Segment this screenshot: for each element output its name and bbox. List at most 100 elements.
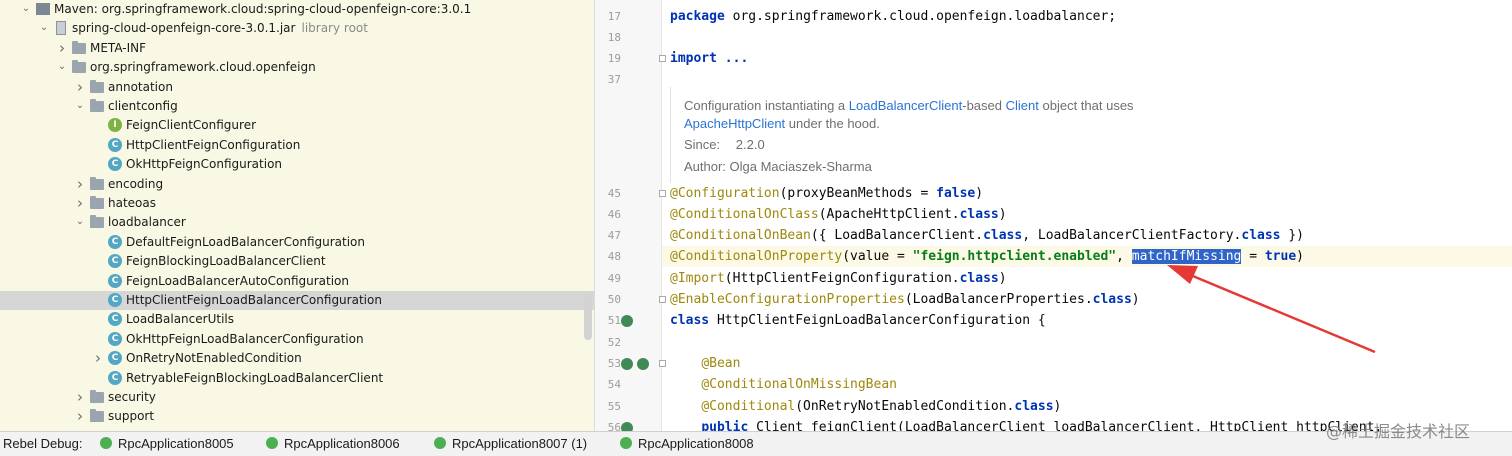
tree-row-label: FeignLoadBalancerAutoConfiguration <box>126 273 349 290</box>
tree-row[interactable]: › encoding <box>0 175 594 194</box>
code-text: @ConditionalOnBean({ LoadBalancerClient.… <box>670 225 1304 246</box>
line-number: 54 <box>607 378 621 391</box>
folder-icon-shape <box>90 390 104 403</box>
debug-tab-8008[interactable]: RpcApplication8008 <box>620 436 754 451</box>
tree-row[interactable]: ⌄ Maven: org.springframework.cloud:spring… <box>0 0 594 19</box>
code-line[interactable]: @ConditionalOnBean({ LoadBalancerClient.… <box>662 225 1512 246</box>
code-editor[interactable]: 17 18 19 37 45 46 47 48 49 50 51 52 53 54 55 56 package… <box>595 0 1512 431</box>
doc-link[interactable]: LoadBalancerClient <box>849 98 962 113</box>
code-token: ({ LoadBalancerClient. <box>810 228 984 243</box>
bean-icon[interactable] <box>621 358 633 370</box>
tree-row[interactable]: C OkHttpFeignConfiguration <box>0 155 594 174</box>
debug-tab-8005[interactable]: RpcApplication8005 <box>100 436 234 451</box>
tree-row-label: security <box>108 389 156 406</box>
tree-row-text: clientconfig <box>108 99 178 113</box>
class-icon: C <box>108 254 123 269</box>
code-token: ) <box>1131 292 1140 307</box>
autowired-icon[interactable] <box>637 358 649 370</box>
code-line[interactable] <box>662 27 1512 48</box>
code-token: class <box>959 271 999 286</box>
bean-icon[interactable] <box>621 422 633 431</box>
code-token: @Import <box>670 271 725 286</box>
chevron-right-icon[interactable]: › <box>56 40 68 56</box>
chevron-down-icon[interactable]: ⌄ <box>20 1 32 17</box>
tree-row[interactable]: › support <box>0 407 594 426</box>
tree-row[interactable]: › hateoas <box>0 194 594 213</box>
code-text: @EnableConfigurationProperties(LoadBalan… <box>670 289 1140 310</box>
tree-row-text: hateoas <box>108 196 156 210</box>
code-token: HttpClientFeignLoadBalancerConfiguration… <box>709 313 1046 328</box>
code-token: (proxyBeanMethods = <box>779 186 937 201</box>
tree-row[interactable]: C HttpClientFeignConfiguration <box>0 136 594 155</box>
tree-row[interactable]: ⌄ clientconfig <box>0 97 594 116</box>
code-text: class HttpClientFeignLoadBalancerConfigu… <box>670 310 1046 331</box>
tree-row-label: RetryableFeignBlockingLoadBalancerClient <box>126 370 383 387</box>
tree-scrollbar[interactable] <box>584 294 592 340</box>
tree-row-label: org.springframework.cloud.openfeign <box>90 59 316 76</box>
tree-row[interactable]: › META-INF <box>0 39 594 58</box>
code-token: "feign.httpclient.enabled" <box>912 249 1117 264</box>
class-icon: C <box>108 331 123 347</box>
project-tree[interactable]: ⌄ Maven: org.springframework.cloud:spring… <box>0 0 595 431</box>
folder-icon <box>90 79 105 95</box>
tree-row[interactable]: C FeignBlockingLoadBalancerClient <box>0 252 594 271</box>
code-line[interactable]: class HttpClientFeignLoadBalancerConfigu… <box>662 310 1512 331</box>
code-token: @ConditionalOnMissingBean <box>701 377 897 392</box>
code-line[interactable] <box>662 332 1512 353</box>
code-line[interactable]: @ConditionalOnMissingBean <box>662 374 1512 395</box>
doc-link[interactable]: ApacheHttpClient <box>684 116 785 131</box>
code-line[interactable]: import ... <box>662 48 1512 69</box>
code-line[interactable]: @Bean <box>662 353 1512 374</box>
tree-row-label: loadbalancer <box>108 214 186 231</box>
chevron-down-icon[interactable]: ⌄ <box>74 214 86 230</box>
code-line[interactable]: package org.springframework.cloud.openfe… <box>662 6 1512 27</box>
tree-row[interactable]: C HttpClientFeignLoadBalancerConfiguratio… <box>0 291 594 310</box>
chevron-right-icon[interactable]: › <box>74 408 86 424</box>
debug-tab-8006[interactable]: RpcApplication8006 <box>266 436 400 451</box>
class-icon: C <box>108 234 123 250</box>
tree-row[interactable]: › annotation <box>0 78 594 97</box>
tree-row-text: META-INF <box>90 40 147 55</box>
class-icon-shape: C <box>108 370 122 385</box>
tree-row-text: Maven: org.springframework.cloud:spring-… <box>54 2 472 16</box>
doc-text: -based <box>962 98 1006 113</box>
bug-icon <box>100 437 112 449</box>
line-number: 52 <box>607 336 621 349</box>
tree-row[interactable]: ⌄ org.springframework.cloud.openfeign <box>0 58 594 77</box>
tree-row[interactable]: › security <box>0 388 594 407</box>
tree-row[interactable]: › C OnRetryNotEnabledCondition <box>0 349 594 368</box>
code-line[interactable]: @Import(HttpClientFeignConfiguration.cla… <box>662 268 1512 289</box>
code-line[interactable]: @ConditionalOnClass(ApacheHttpClient.cla… <box>662 204 1512 225</box>
tree-row[interactable]: C DefaultFeignLoadBalancerConfiguration <box>0 233 594 252</box>
code-token: ) <box>998 207 1007 222</box>
chevron-right-icon[interactable]: › <box>74 195 86 211</box>
tree-row[interactable]: ⌄ spring-cloud-openfeign-core-3.0.1.jar li… <box>0 19 594 38</box>
chevron-right-icon[interactable]: › <box>74 389 86 405</box>
line-number: 46 <box>607 208 621 221</box>
tree-row-text: RetryableFeignBlockingLoadBalancerClient <box>126 370 384 385</box>
chevron-down-icon[interactable]: ⌄ <box>56 59 68 75</box>
doc-link[interactable]: Client <box>1006 98 1039 113</box>
chevron-down-icon[interactable]: ⌄ <box>74 98 86 114</box>
chevron-right-icon[interactable]: › <box>74 176 86 192</box>
code-token: @Configuration <box>670 186 780 201</box>
tree-row[interactable]: ⌄ loadbalancer <box>0 213 594 232</box>
code-line[interactable]: @Configuration(proxyBeanMethods = false) <box>662 183 1512 204</box>
code-line[interactable]: @ConditionalOnProperty(value = "feign.ht… <box>662 246 1512 267</box>
chevron-right-icon[interactable]: › <box>74 79 86 95</box>
tree-row[interactable]: C FeignLoadBalancerAutoConfiguration <box>0 272 594 291</box>
debug-tab-8007[interactable]: RpcApplication8007 (1) <box>434 436 587 451</box>
tree-row[interactable]: C RetryableFeignBlockingLoadBalancerClien… <box>0 369 594 388</box>
chevron-right-icon[interactable]: › <box>92 350 104 366</box>
tree-row[interactable]: C LoadBalancerUtils <box>0 310 594 329</box>
code-line[interactable]: @EnableConfigurationProperties(LoadBalan… <box>662 289 1512 310</box>
bean-icon[interactable] <box>621 315 633 327</box>
chevron-down-icon[interactable]: ⌄ <box>38 20 50 36</box>
tree-row[interactable]: C OkHttpFeignLoadBalancerConfiguration <box>0 330 594 349</box>
code-line[interactable]: @Conditional(OnRetryNotEnabledCondition.… <box>662 396 1512 417</box>
tree-row[interactable]: I FeignClientConfigurer <box>0 116 594 135</box>
tree-row-text: HttpClientFeignLoadBalancerConfiguration <box>126 293 382 307</box>
code-token: (value = <box>842 249 913 264</box>
tree-row-text: annotation <box>108 79 173 94</box>
